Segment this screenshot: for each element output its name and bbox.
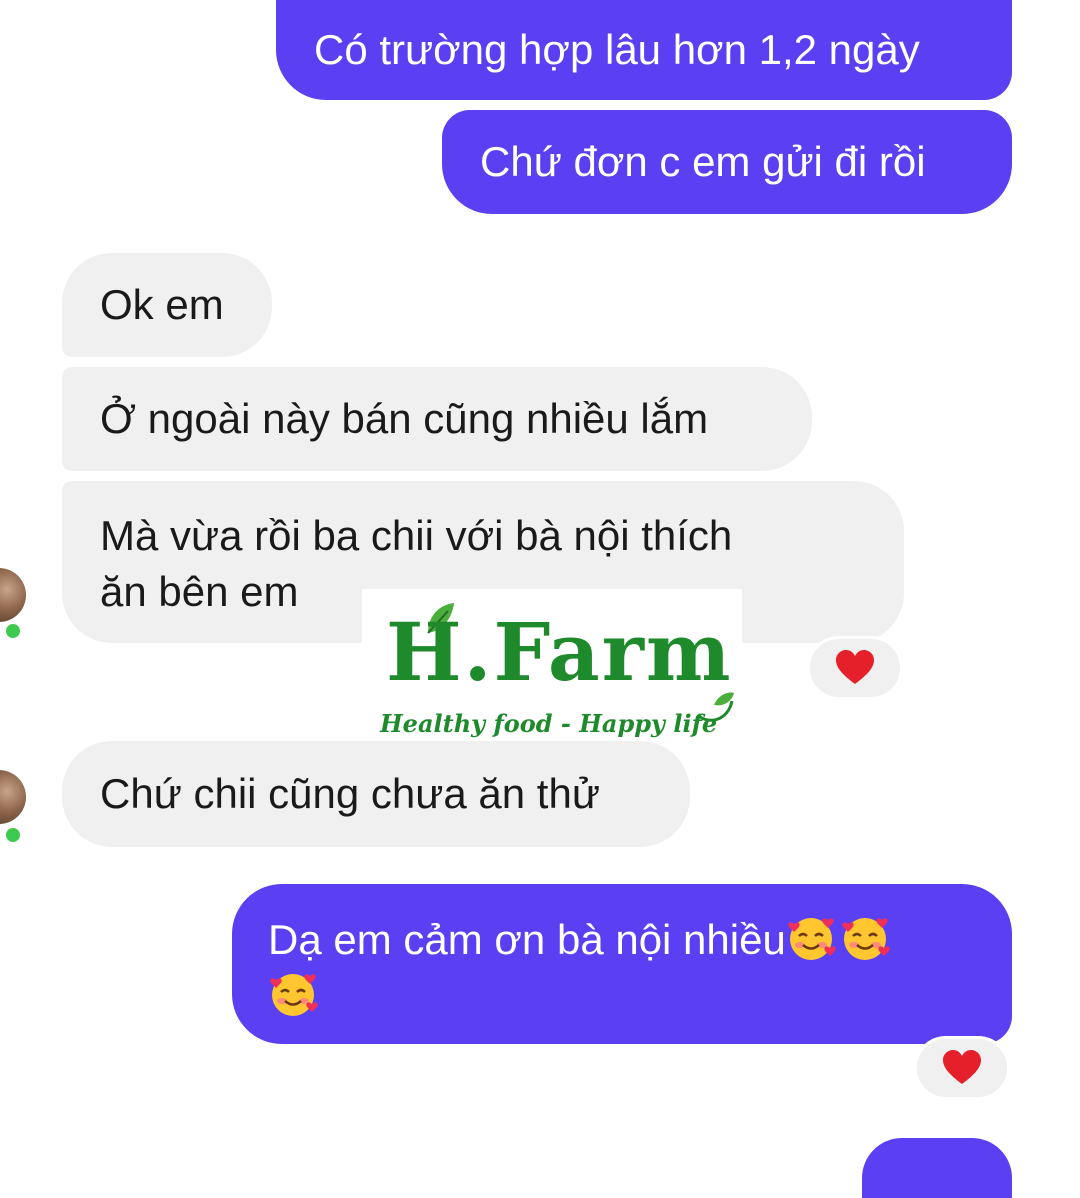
- message-text: Có trường hợp lâu hơn 1,2 ngày: [314, 26, 920, 73]
- reaction-badge[interactable]: [914, 1036, 1010, 1100]
- watermark-title: H.Farm: [386, 605, 733, 699]
- message-text-line: Mà vừa rồi ba chii với bà nội thích: [100, 512, 733, 559]
- contact-avatar[interactable]: [0, 770, 26, 824]
- red-heart-icon: [943, 1050, 981, 1084]
- reaction-badge[interactable]: [807, 636, 903, 700]
- message-bubble-outgoing[interactable]: Có trường hợp lâu hơn 1,2 ngày: [276, 0, 1012, 100]
- smiling-face-with-hearts-icon: [270, 974, 318, 1016]
- message-text: Chứ chii cũng chưa ăn thử: [100, 770, 600, 817]
- smiling-face-with-hearts-icon: [788, 918, 836, 960]
- message-bubble-incoming[interactable]: Ở ngoài này bán cũng nhiều lắm: [62, 367, 812, 471]
- online-status-dot: [2, 824, 24, 846]
- message-bubble-incoming[interactable]: Chứ chii cũng chưa ăn thử: [62, 741, 690, 847]
- smiling-face-with-hearts-icon: [842, 918, 890, 960]
- message-bubble-outgoing[interactable]: Chứ đơn c em gửi đi rồi: [442, 110, 1012, 214]
- message-bubble-incoming[interactable]: Ok em: [62, 253, 272, 357]
- message-text: Ok em: [100, 281, 224, 328]
- online-status-dot: [2, 620, 24, 642]
- brand-watermark: H.Farm Healthy food - Happy life: [362, 589, 742, 747]
- message-text: Dạ em cảm ơn bà nội nhiều: [268, 916, 786, 963]
- message-text: Chứ đơn c em gửi đi rồi: [480, 138, 926, 185]
- contact-avatar[interactable]: [0, 568, 26, 622]
- message-bubble-outgoing-partial[interactable]: [862, 1138, 1012, 1198]
- red-heart-icon: [836, 650, 874, 684]
- watermark-slogan: Healthy food - Happy life: [380, 709, 718, 738]
- message-text: Ở ngoài này bán cũng nhiều lắm: [100, 395, 709, 442]
- message-bubble-outgoing[interactable]: Dạ em cảm ơn bà nội nhiều: [232, 884, 1012, 1044]
